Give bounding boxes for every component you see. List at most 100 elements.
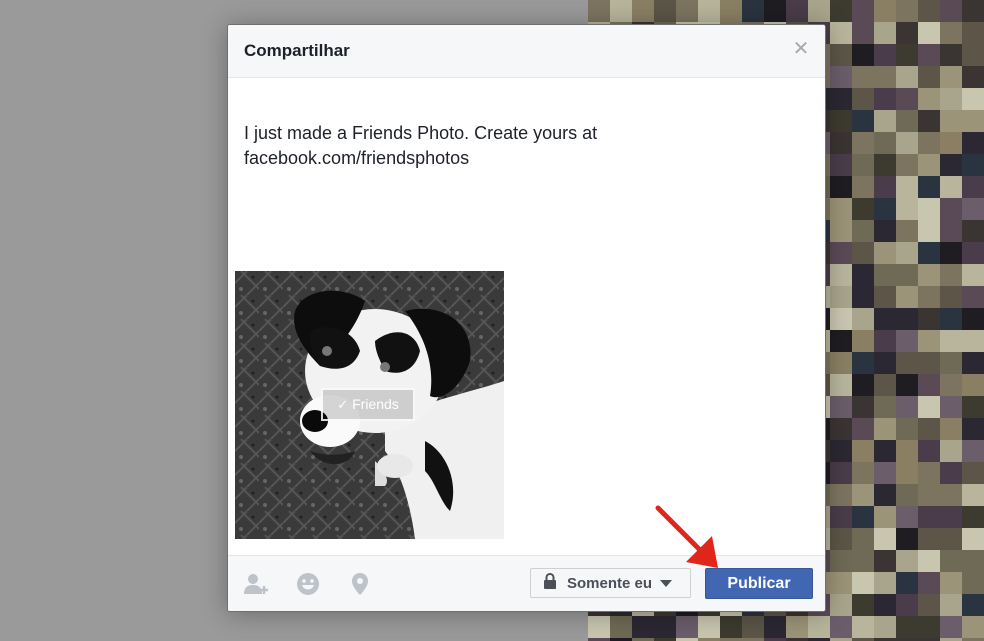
mosaic-cell <box>918 220 940 242</box>
mosaic-cell <box>918 132 940 154</box>
mosaic-cell <box>830 286 852 308</box>
mosaic-cell <box>918 110 940 132</box>
mosaic-cell <box>588 0 610 22</box>
mosaic-cell <box>918 308 940 330</box>
mosaic-cell <box>698 616 720 638</box>
mosaic-cell <box>962 616 984 638</box>
post-text-input[interactable]: I just made a Friends Photo. Create your… <box>244 121 664 171</box>
mosaic-cell <box>874 550 896 572</box>
mosaic-cell <box>940 198 962 220</box>
mosaic-cell <box>632 616 654 638</box>
mosaic-cell <box>852 352 874 374</box>
mosaic-cell <box>918 594 940 616</box>
mosaic-cell <box>874 418 896 440</box>
add-friend-icon[interactable] <box>242 570 270 598</box>
mosaic-cell <box>830 330 852 352</box>
mosaic-cell <box>852 594 874 616</box>
dialog-header: Compartilhar ✕ <box>228 25 825 78</box>
mosaic-cell <box>830 396 852 418</box>
mosaic-cell <box>896 220 918 242</box>
mosaic-cell <box>896 198 918 220</box>
mosaic-cell <box>896 110 918 132</box>
mosaic-cell <box>874 264 896 286</box>
mosaic-cell <box>896 352 918 374</box>
mosaic-cell <box>874 66 896 88</box>
mosaic-cell <box>962 528 984 550</box>
friends-tag-label: Friends <box>352 396 399 412</box>
mosaic-cell <box>896 176 918 198</box>
mosaic-cell <box>742 0 764 22</box>
mosaic-cell <box>962 484 984 506</box>
mosaic-cell <box>830 308 852 330</box>
mosaic-cell <box>742 616 764 638</box>
mosaic-cell <box>852 22 874 44</box>
mosaic-cell <box>896 550 918 572</box>
mosaic-cell <box>852 462 874 484</box>
mosaic-cell <box>874 44 896 66</box>
mosaic-cell <box>874 286 896 308</box>
mosaic-cell <box>896 66 918 88</box>
mosaic-cell <box>874 308 896 330</box>
mosaic-cell <box>896 484 918 506</box>
mosaic-cell <box>918 396 940 418</box>
mosaic-cell <box>940 88 962 110</box>
mosaic-cell <box>852 506 874 528</box>
mosaic-cell <box>874 110 896 132</box>
mosaic-cell <box>940 110 962 132</box>
checkmark-icon: ✓ <box>337 397 349 412</box>
mosaic-cell <box>852 66 874 88</box>
mosaic-cell <box>896 528 918 550</box>
mosaic-cell <box>852 264 874 286</box>
mosaic-cell <box>896 594 918 616</box>
mosaic-cell <box>830 154 852 176</box>
mosaic-cell <box>962 440 984 462</box>
mosaic-cell <box>874 462 896 484</box>
mosaic-cell <box>940 396 962 418</box>
mosaic-cell <box>830 572 852 594</box>
mosaic-cell <box>830 44 852 66</box>
mosaic-cell <box>896 396 918 418</box>
mosaic-cell <box>962 286 984 308</box>
mosaic-cell <box>830 616 852 638</box>
mosaic-cell <box>896 572 918 594</box>
mosaic-cell <box>874 616 896 638</box>
mosaic-cell <box>940 440 962 462</box>
mosaic-cell <box>940 176 962 198</box>
mosaic-cell <box>918 616 940 638</box>
mosaic-cell <box>852 330 874 352</box>
mosaic-cell <box>962 220 984 242</box>
mosaic-cell <box>962 352 984 374</box>
mosaic-cell <box>896 88 918 110</box>
mosaic-cell <box>852 528 874 550</box>
mosaic-cell <box>962 550 984 572</box>
mosaic-cell <box>918 198 940 220</box>
mosaic-cell <box>962 198 984 220</box>
mosaic-cell <box>962 22 984 44</box>
smiley-icon[interactable] <box>294 570 322 598</box>
mosaic-cell <box>808 616 830 638</box>
mosaic-cell <box>896 264 918 286</box>
mosaic-cell <box>962 0 984 22</box>
mosaic-cell <box>676 0 698 22</box>
mosaic-cell <box>940 286 962 308</box>
location-pin-icon[interactable] <box>346 570 374 598</box>
mosaic-cell <box>610 0 632 22</box>
mosaic-cell <box>852 308 874 330</box>
mosaic-cell <box>896 440 918 462</box>
mosaic-cell <box>830 440 852 462</box>
mosaic-cell <box>940 132 962 154</box>
mosaic-cell <box>918 418 940 440</box>
mosaic-cell <box>874 0 896 22</box>
mosaic-cell <box>918 242 940 264</box>
mosaic-cell <box>896 418 918 440</box>
friends-tag[interactable]: ✓ Friends <box>321 388 415 421</box>
mosaic-cell <box>962 44 984 66</box>
mosaic-cell <box>830 22 852 44</box>
mosaic-cell <box>852 154 874 176</box>
mosaic-cell <box>940 330 962 352</box>
mosaic-cell <box>962 462 984 484</box>
dialog-footer: Somente eu Publicar <box>228 555 825 611</box>
close-icon[interactable]: ✕ <box>791 39 811 59</box>
mosaic-cell <box>918 0 940 22</box>
mosaic-cell <box>918 88 940 110</box>
